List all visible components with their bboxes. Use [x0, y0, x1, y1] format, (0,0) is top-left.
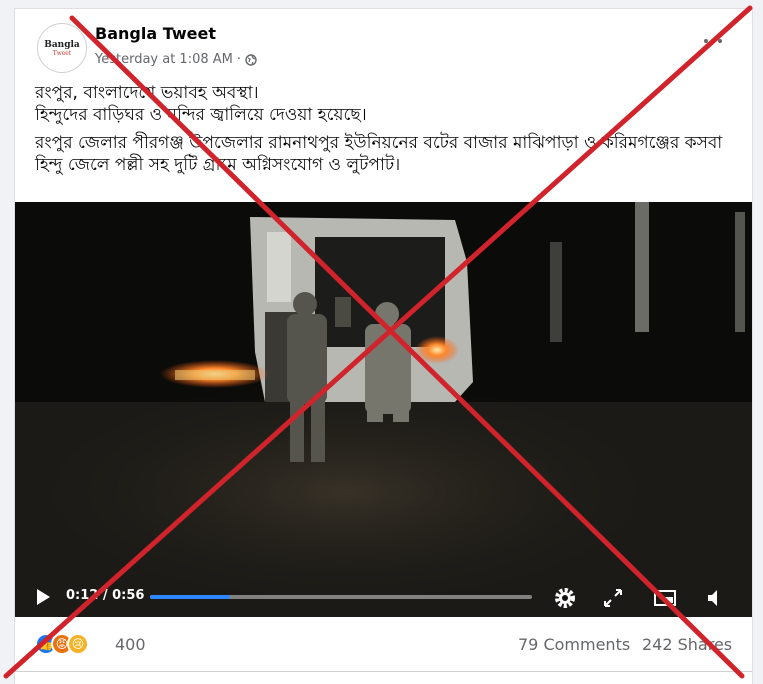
picture-in-picture-icon[interactable]	[652, 585, 678, 611]
more-options-button[interactable]	[704, 39, 722, 43]
post-footer: 👍 😡 😢 400 79 Comments 242 Shares	[15, 629, 752, 669]
video-controls: 0:12 / 0:56	[15, 577, 752, 617]
video-player[interactable]: 0:12 / 0:56	[15, 202, 752, 617]
video-frame	[15, 202, 752, 617]
settings-gear-icon[interactable]	[552, 585, 578, 611]
meta-separator: ·	[236, 52, 242, 67]
avatar-logo-text: Bangla	[44, 39, 80, 50]
dot-icon	[704, 39, 708, 43]
fullscreen-icon[interactable]	[600, 585, 626, 611]
footer-divider	[15, 671, 752, 672]
post-paragraph: রংপুর জেলার পীরগঞ্জ উপজেলার রামনাথপুর ইউ…	[35, 132, 735, 176]
video-time: 0:12 / 0:56	[66, 588, 145, 603]
page-name-link[interactable]: Bangla Tweet	[95, 24, 216, 43]
dot-icon	[711, 39, 715, 43]
video-progress-bar[interactable]	[150, 595, 532, 599]
avatar-logo-subtext: Tweet	[52, 49, 72, 57]
reaction-count[interactable]: 400	[115, 635, 146, 654]
sad-icon: 😢	[67, 633, 89, 655]
post-line-3: রংপুর জেলার পীরগঞ্জ উপজেলার রামনাথপুর ইউ…	[35, 133, 723, 175]
globe-icon[interactable]	[245, 53, 257, 66]
volume-icon[interactable]	[703, 585, 729, 611]
reaction-icons[interactable]: 👍 😡 😢	[35, 633, 89, 655]
post-paragraph: রংপুর, বাংলাদেশে ভয়াবহ অবস্থা। হিন্দুদে…	[35, 82, 735, 126]
post-card: Bangla Tweet Bangla Tweet Yesterday at 1…	[14, 8, 753, 684]
video-progress-fill	[150, 595, 231, 599]
post-line-2: হিন্দুদের বাড়িঘর ও মন্দির জ্বালিয়ে দেও…	[35, 105, 367, 125]
post-timestamp[interactable]: Yesterday at 1:08 AM	[95, 52, 233, 67]
post-text: রংপুর, বাংলাদেশে ভয়াবহ অবস্থা। হিন্দুদে…	[35, 82, 735, 184]
comments-count[interactable]: 79 Comments	[518, 635, 630, 654]
dot-icon	[718, 39, 722, 43]
post-meta: Yesterday at 1:08 AM ·	[95, 52, 257, 67]
page-avatar[interactable]: Bangla Tweet	[37, 23, 87, 73]
post-line-1: রংপুর, বাংলাদেশে ভয়াবহ অবস্থা।	[35, 83, 259, 103]
play-icon[interactable]	[33, 587, 53, 607]
shares-count[interactable]: 242 Shares	[642, 635, 732, 654]
